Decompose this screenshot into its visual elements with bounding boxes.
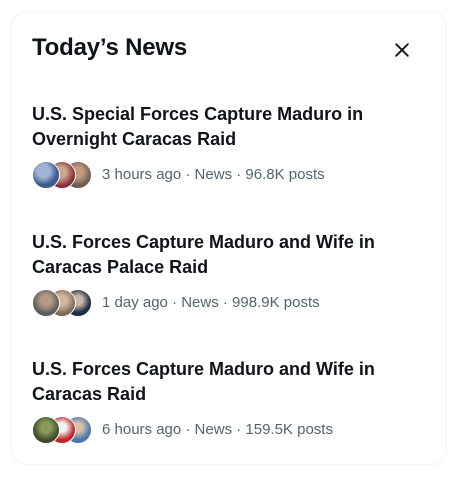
news-meta: 3 hours ago · News · 96.8K posts <box>32 161 426 189</box>
news-item[interactable]: U.S. Forces Capture Maduro and Wife in C… <box>32 230 426 330</box>
news-headline: U.S. Forces Capture Maduro and Wife in C… <box>32 359 375 404</box>
news-item[interactable]: U.S. Forces Capture Maduro and Wife in C… <box>32 357 426 457</box>
todays-news-panel: Today’s News U.S. Special Forces Capture… <box>11 11 447 465</box>
news-meta-text: 6 hours ago · News · 159.5K posts <box>102 421 333 438</box>
news-item[interactable]: U.S. Special Forces Capture Maduro in Ov… <box>32 102 426 202</box>
avatar-stack <box>32 161 92 189</box>
news-meta: 1 day ago · News · 998.9K posts <box>32 289 426 317</box>
avatar-stack <box>32 416 92 444</box>
news-meta: 6 hours ago · News · 159.5K posts <box>32 416 426 444</box>
news-meta-text: 1 day ago · News · 998.9K posts <box>102 294 320 311</box>
news-headline: U.S. Forces Capture Maduro and Wife in C… <box>32 232 375 277</box>
panel-title: Today’s News <box>32 34 187 61</box>
news-meta-text: 3 hours ago · News · 96.8K posts <box>102 166 325 183</box>
avatar-stack <box>32 289 92 317</box>
avatar <box>32 289 60 317</box>
panel-header: Today’s News <box>32 32 430 68</box>
avatar <box>32 161 60 189</box>
close-icon <box>395 43 409 57</box>
news-headline: U.S. Special Forces Capture Maduro in Ov… <box>32 104 364 149</box>
avatar <box>32 416 60 444</box>
close-button[interactable] <box>386 34 418 66</box>
